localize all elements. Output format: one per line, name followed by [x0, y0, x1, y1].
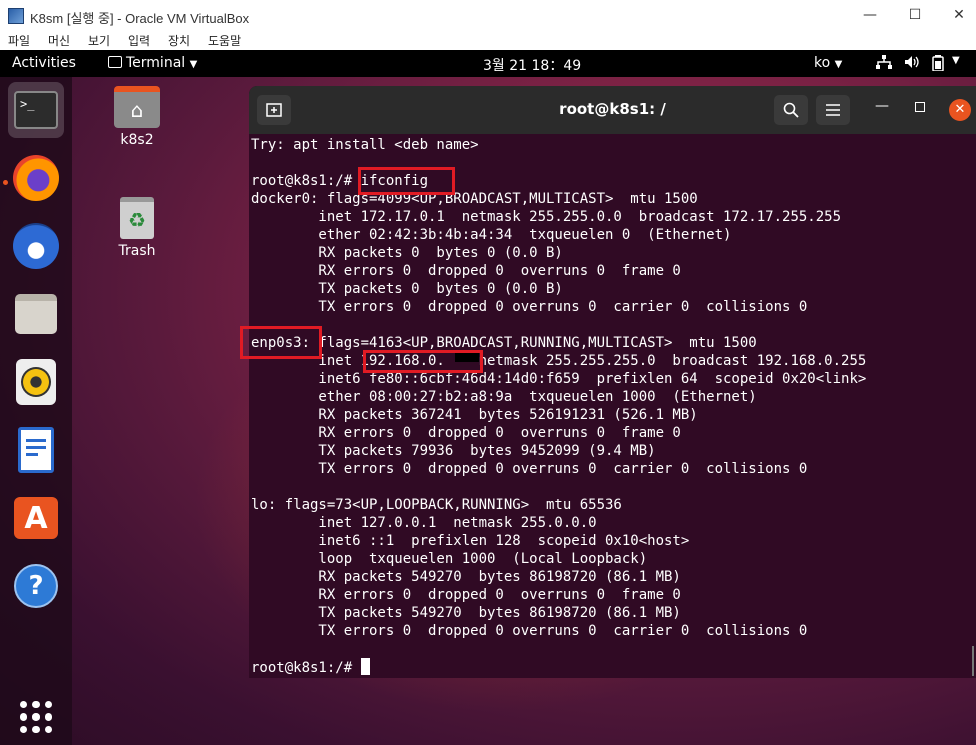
- search-button[interactable]: [774, 95, 808, 125]
- virtualbox-app-icon: [8, 8, 24, 24]
- terminal-line: inet 172.17.0.1 netmask 255.255.0.0 broa…: [251, 209, 842, 225]
- dock-files[interactable]: [8, 286, 64, 342]
- home-folder-icon: ⌂: [114, 86, 160, 128]
- activities-button[interactable]: Activities: [12, 55, 76, 71]
- maximize-icon[interactable]: [915, 102, 925, 112]
- highlight-ip-address: [363, 350, 483, 373]
- vbox-titlebar: K8sm [실행 중] - Oracle VM VirtualBox — ☐ ✕: [0, 0, 976, 31]
- rhythmbox-icon: [16, 359, 56, 405]
- chevron-down-icon: ▼: [834, 59, 843, 70]
- search-icon: [783, 102, 799, 118]
- terminal-small-icon: [108, 56, 122, 68]
- dock-thunderbird[interactable]: [8, 218, 64, 274]
- files-icon: [15, 294, 57, 334]
- highlight-enp0s3: [240, 326, 322, 359]
- libreoffice-writer-icon: [18, 427, 54, 473]
- terminal-line: ether 08:00:27:b2:a8:9a txqueuelen 1000 …: [251, 389, 757, 405]
- terminal-line: enp0s3: flags=4163<UP,BROADCAST,RUNNING,…: [251, 335, 757, 351]
- terminal-title: root@k8s1: /: [559, 100, 666, 118]
- minimize-button[interactable]: —: [855, 4, 885, 26]
- terminal-line: RX packets 0 bytes 0 (0.0 B): [251, 245, 563, 261]
- terminal-line: TX packets 0 bytes 0 (0.0 B): [251, 281, 563, 297]
- network-icon[interactable]: [876, 55, 892, 73]
- trash-icon: ♻: [120, 197, 154, 239]
- help-icon: ?: [14, 564, 58, 608]
- system-menu-chevron-icon[interactable]: ▼: [952, 55, 960, 66]
- guest-screen: Activities Terminal ▼ 3월 21 18：49 ko ▼ ▼…: [0, 50, 976, 745]
- menu-file[interactable]: 파일: [8, 32, 30, 49]
- dock-terminal[interactable]: >_: [8, 82, 64, 138]
- terminal-line: root@k8s1:/#: [251, 658, 976, 676]
- dock-firefox[interactable]: [8, 150, 64, 206]
- dock-show-apps[interactable]: [8, 689, 64, 745]
- terminal-line: TX errors 0 dropped 0 overruns 0 carrier…: [251, 623, 808, 639]
- input-method-indicator[interactable]: ko ▼: [814, 55, 842, 71]
- terminal-line: RX errors 0 dropped 0 overruns 0 frame 0: [251, 263, 681, 279]
- terminal-line: RX errors 0 dropped 0 overruns 0 frame 0: [251, 425, 681, 441]
- terminal-line: RX errors 0 dropped 0 overruns 0 frame 0: [251, 587, 681, 603]
- clock[interactable]: 3월 21 18：49: [483, 55, 581, 75]
- highlight-ifconfig: [358, 167, 455, 195]
- terminal-line: inet6 fe80::6cbf:46d4:14d0:f659 prefixle…: [251, 371, 867, 387]
- terminal-line: ether 02:42:3b:4b:a4:34 txqueuelen 0 (Et…: [251, 227, 732, 243]
- menu-devices[interactable]: 장치: [168, 32, 190, 49]
- terminal-line: RX packets 549270 bytes 86198720 (86.1 M…: [251, 569, 681, 585]
- chevron-down-icon: ▼: [189, 59, 198, 70]
- dock-rhythmbox[interactable]: [8, 354, 64, 410]
- terminal-line: inet6 ::1 prefixlen 128 scopeid 0x10<hos…: [251, 533, 690, 549]
- thunderbird-icon: [13, 223, 59, 269]
- dock: >_ A ?: [0, 77, 72, 745]
- menu-help[interactable]: 도움말: [208, 32, 241, 49]
- minimize-icon[interactable]: —: [875, 98, 889, 114]
- battery-icon[interactable]: [932, 55, 944, 75]
- desktop-icon-label: k8s2: [120, 132, 154, 148]
- terminal-line: lo: flags=73<UP,LOOPBACK,RUNNING> mtu 65…: [251, 497, 622, 513]
- app-menu-label: Terminal: [126, 55, 186, 71]
- desktop-icon-label: Trash: [118, 243, 156, 259]
- hamburger-menu-button[interactable]: [816, 95, 850, 125]
- dock-software[interactable]: A: [8, 490, 64, 546]
- dock-help[interactable]: ?: [8, 558, 64, 614]
- software-icon: A: [14, 497, 58, 539]
- app-menu[interactable]: Terminal ▼: [108, 55, 197, 71]
- scrollbar[interactable]: [972, 646, 974, 676]
- close-icon[interactable]: ✕: [949, 99, 971, 121]
- input-method-label: ko: [814, 55, 831, 71]
- terminal-icon: >_: [14, 91, 58, 129]
- desktop-icon-trash[interactable]: ♻ Trash: [97, 197, 177, 259]
- menu-input[interactable]: 입력: [128, 32, 150, 49]
- terminal-line: inet 192.168.0. netmask 255.255.255.0 br…: [251, 353, 867, 369]
- terminal-headerbar: root@k8s1: / — ✕: [249, 86, 976, 134]
- prompt-text: root@k8s1:/#: [251, 660, 361, 676]
- terminal-line: RX packets 367241 bytes 526191231 (526.1…: [251, 407, 698, 423]
- terminal-line: inet 127.0.0.1 netmask 255.0.0.0: [251, 515, 597, 531]
- terminal-line: Try: apt install <deb name>: [251, 137, 479, 153]
- firefox-icon: [13, 155, 59, 201]
- text-cursor: [360, 658, 370, 675]
- terminal-output[interactable]: Try: apt install <deb name> root@k8s1:/# …: [251, 136, 976, 676]
- menu-machine[interactable]: 머신: [48, 32, 70, 49]
- terminal-line: loop txqueuelen 1000 (Local Loopback): [251, 551, 648, 567]
- gnome-top-bar: Activities Terminal ▼ 3월 21 18：49 ko ▼ ▼: [0, 50, 976, 77]
- show-apps-icon: [20, 701, 52, 733]
- maximize-button[interactable]: ☐: [900, 4, 930, 26]
- volume-icon[interactable]: [904, 55, 920, 73]
- terminal-line: TX errors 0 dropped 0 overruns 0 carrier…: [251, 461, 808, 477]
- terminal-line: TX packets 549270 bytes 86198720 (86.1 M…: [251, 605, 681, 621]
- desktop-icon-k8s2[interactable]: ⌂ k8s2: [97, 86, 177, 148]
- hamburger-menu-icon: [826, 104, 840, 116]
- vbox-window-title: K8sm [실행 중] - Oracle VM VirtualBox: [30, 11, 250, 26]
- vbox-menubar: 파일 머신 보기 입력 장치 도움말: [0, 31, 976, 50]
- dock-libreoffice-writer[interactable]: [8, 422, 64, 478]
- terminal-line: TX errors 0 dropped 0 overruns 0 carrier…: [251, 299, 808, 315]
- menu-view[interactable]: 보기: [88, 32, 110, 49]
- terminal-line: TX packets 79936 bytes 9452099 (9.4 MB): [251, 443, 656, 459]
- close-button[interactable]: ✕: [944, 4, 974, 26]
